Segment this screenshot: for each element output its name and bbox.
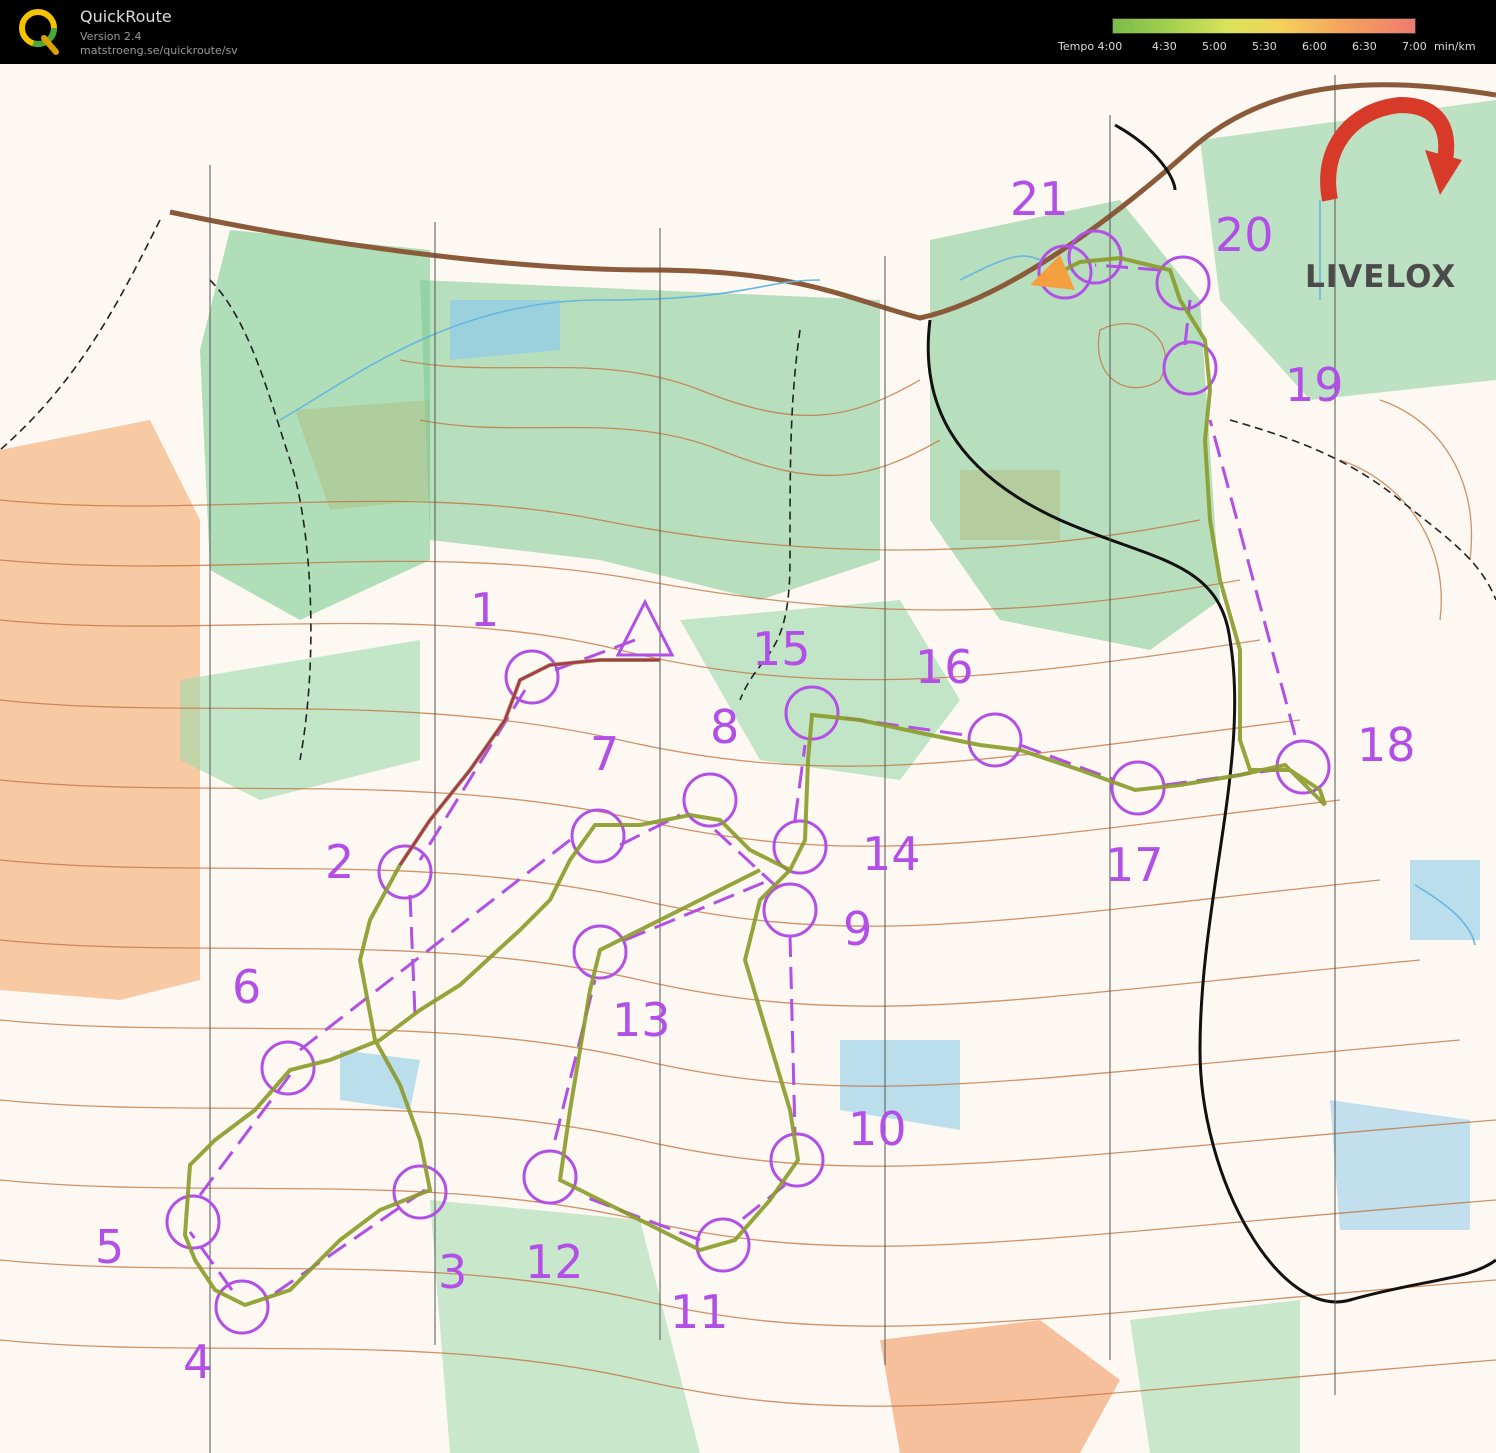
- app-version: Version 2.4: [80, 30, 142, 43]
- livelox-brand-text: LIVELOX: [1305, 259, 1457, 295]
- marsh-area: [340, 1050, 420, 1110]
- tempo-label: Tempo 4:00: [1058, 40, 1123, 53]
- open-land-area: [0, 420, 200, 1000]
- app-title: QuickRoute: [80, 7, 172, 26]
- control-number: 13: [612, 993, 671, 1047]
- control-number: 8: [710, 700, 740, 754]
- control-number: 14: [862, 827, 921, 881]
- control-number: 11: [670, 1285, 729, 1339]
- tempo-tick: 7:00: [1402, 40, 1427, 53]
- control-number: 19: [1285, 358, 1344, 412]
- marsh-area: [1410, 860, 1480, 940]
- tempo-tick: 5:30: [1252, 40, 1277, 53]
- control-number: 1: [470, 583, 500, 637]
- control-number: 5: [95, 1220, 125, 1274]
- control-number: 12: [525, 1235, 584, 1289]
- forest-area: [1130, 1300, 1300, 1453]
- tempo-color-scale: [1112, 18, 1416, 34]
- control-number: 9: [843, 902, 873, 956]
- control-number: 4: [183, 1335, 213, 1389]
- control-number: 3: [438, 1245, 468, 1299]
- app-url: matstroeng.se/quickroute/sv: [80, 44, 238, 57]
- control-number: 10: [848, 1102, 907, 1156]
- marsh-area: [450, 300, 560, 360]
- tempo-tick: 6:30: [1352, 40, 1377, 53]
- map-canvas: [0, 64, 1496, 1453]
- control-number: 16: [915, 640, 974, 694]
- control-number: 7: [590, 727, 620, 781]
- control-number: 18: [1357, 718, 1416, 772]
- app-header: QuickRoute Version 2.4 matstroeng.se/qui…: [0, 0, 1496, 64]
- control-number: 21: [1010, 172, 1069, 226]
- tempo-tick: 4:30: [1152, 40, 1177, 53]
- control-number: 6: [232, 960, 262, 1014]
- control-number: 20: [1215, 208, 1274, 262]
- marsh-area: [1330, 1100, 1470, 1230]
- control-number: 2: [325, 835, 355, 889]
- control-number: 17: [1105, 838, 1164, 892]
- quickroute-logo-icon: [19, 9, 59, 55]
- tempo-tick: 5:00: [1202, 40, 1227, 53]
- control-number: 15: [752, 622, 811, 676]
- orienteering-map[interactable]: 1 2 3 4 5 6 7 8 9 10 11 12 13 14 15 16 1…: [0, 64, 1496, 1453]
- tempo-tick: 6:00: [1302, 40, 1327, 53]
- tempo-unit: min/km: [1434, 40, 1476, 53]
